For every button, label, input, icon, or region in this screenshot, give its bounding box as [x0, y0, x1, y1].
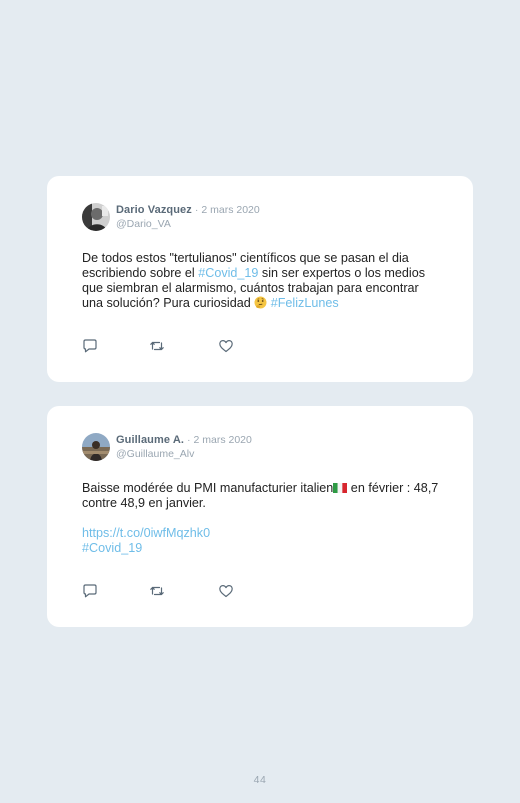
italy-flag-icon: [333, 482, 348, 493]
retweet-icon[interactable]: [149, 583, 165, 599]
tweet-card: Guillaume A. · 2 mars 2020 @Guillaume_Al…: [47, 406, 473, 627]
page-number: 44: [253, 774, 267, 786]
tweet-text: Baisse modérée du PMI manufacturier ital…: [82, 481, 442, 556]
author-name[interactable]: Dario Vazquez: [116, 204, 192, 216]
like-icon[interactable]: [218, 338, 234, 354]
tweet-link[interactable]: https://t.co/0iwfMqzhk0: [82, 526, 210, 540]
avatar[interactable]: [82, 203, 110, 231]
author-handle[interactable]: @Guillaume_Alv: [116, 448, 252, 461]
meta-separator: ·: [187, 435, 191, 446]
meta-separator: ·: [194, 205, 199, 216]
author-name[interactable]: Guillaume A.: [116, 434, 184, 446]
hashtag-link[interactable]: #Covid_19: [198, 266, 258, 280]
avatar[interactable]: [82, 433, 110, 461]
hashtag-link[interactable]: #Covid_19: [82, 541, 142, 555]
tweet-date[interactable]: 2 mars 2020: [194, 434, 252, 446]
tweet-meta: Guillaume A. · 2 mars 2020 @Guillaume_Al…: [116, 433, 252, 461]
tweet-text-part: Baisse modérée du PMI manufacturier ital…: [82, 481, 334, 495]
tweet-card: Dario Vazquez · 2 mars 2020 @Dario_VA De…: [47, 176, 473, 382]
retweet-icon[interactable]: [149, 338, 165, 354]
tweet-date[interactable]: 2 mars 2020: [201, 204, 259, 216]
author-handle[interactable]: @Dario_VA: [116, 218, 260, 231]
reply-icon[interactable]: [82, 338, 98, 354]
reply-icon[interactable]: [82, 583, 98, 599]
hashtag-link[interactable]: #FelizLunes: [271, 296, 339, 310]
thinking-face-emoji-icon: [254, 296, 267, 309]
like-icon[interactable]: [218, 583, 234, 599]
tweet-text: De todos estos "tertulianos" científicos…: [82, 251, 442, 311]
tweet-meta: Dario Vazquez · 2 mars 2020 @Dario_VA: [116, 203, 260, 231]
